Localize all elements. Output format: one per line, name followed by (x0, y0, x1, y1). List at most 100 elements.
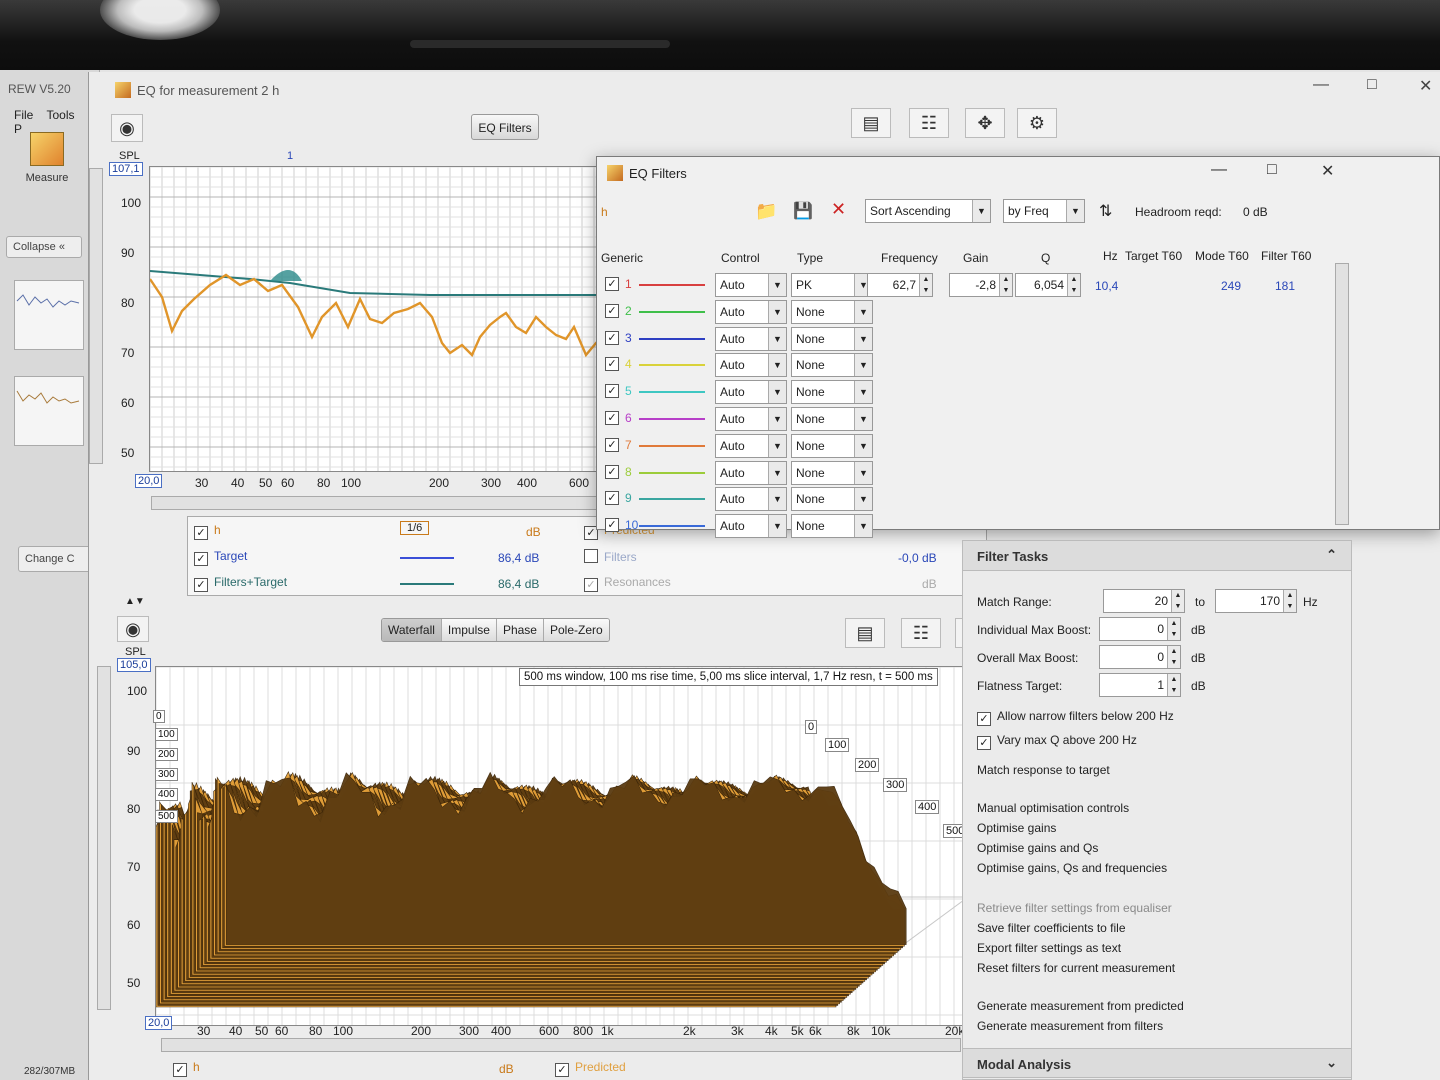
x-min-field[interactable]: 20,0 (145, 1016, 173, 1030)
legend-row-resonances[interactable]: Resonances (584, 575, 671, 592)
filter-enable-checkbox[interactable] (605, 491, 619, 506)
filter-enable-checkbox[interactable] (605, 384, 619, 399)
measure-button[interactable]: Measure (12, 132, 82, 192)
checkbox[interactable] (194, 526, 208, 540)
filter-control-select[interactable]: Auto ▼ (715, 326, 787, 351)
filter-frequency-input[interactable]: 62,7 ▲ ▼ (867, 273, 933, 297)
filter-gain-input[interactable]: -2,8 ▲ ▼ (949, 273, 1013, 297)
close-icon[interactable]: ✕ (1419, 76, 1432, 96)
eq-filters-button[interactable]: EQ Filters (471, 114, 539, 140)
legend-row-h[interactable]: h (194, 523, 221, 540)
vertical-scrollbar[interactable] (89, 168, 103, 464)
generate-predicted-link[interactable]: Generate measurement from predicted (977, 999, 1184, 1013)
folder-icon[interactable]: 📁 (755, 201, 777, 222)
reset-filters-link[interactable]: Reset filters for current measurement (977, 961, 1175, 975)
filter-type-select[interactable]: None ▼ (791, 460, 873, 485)
flatness-target-input[interactable]: 1 ▲ ▼ (1099, 673, 1181, 697)
camera-icon[interactable]: ◉ (111, 114, 143, 142)
legend-row-filters[interactable]: Filters (584, 549, 637, 564)
filter-q-input[interactable]: 6,054 ▲ ▼ (1015, 273, 1081, 297)
y-max-field[interactable]: 105,0 (117, 658, 151, 672)
export-settings-link[interactable]: Export filter settings as text (977, 941, 1121, 955)
filter-enable-checkbox[interactable] (605, 303, 619, 318)
filter-control-select[interactable]: Auto ▼ (715, 433, 787, 458)
smoothing-selector[interactable]: 1/6 (400, 521, 430, 535)
sort-order-select[interactable]: Sort Ascending ▼ (865, 199, 991, 223)
filter-type-select[interactable]: None ▼ (791, 299, 873, 324)
filter-control-select[interactable]: Auto ▼ (715, 273, 787, 297)
filter-control-select[interactable]: Auto ▼ (715, 487, 787, 512)
save-icon[interactable]: 💾 (793, 201, 813, 221)
filter-control-select[interactable]: Auto ▼ (715, 353, 787, 378)
filter-type-select[interactable]: None ▼ (791, 514, 873, 539)
legend-row-target[interactable]: Target (194, 549, 247, 566)
legend-row-h[interactable]: h (173, 1060, 200, 1077)
grid-icon[interactable]: ☷ (901, 618, 941, 648)
y-max-field[interactable]: 107,1 (109, 162, 143, 176)
menu-tools[interactable]: Tools (46, 108, 74, 122)
collapse-up-icon[interactable]: ⌃ (1326, 547, 1337, 563)
checkbox[interactable] (977, 712, 991, 726)
close-icon[interactable]: ✕ (1321, 161, 1334, 181)
overall-max-boost-input[interactable]: 0 ▲ ▼ (1099, 645, 1181, 669)
x-min-field[interactable]: 20,0 (135, 474, 163, 488)
checkbox[interactable] (584, 578, 598, 592)
optimise-all-link[interactable]: Optimise gains, Qs and frequencies (977, 861, 1167, 875)
measurement-thumbnail[interactable] (14, 376, 84, 446)
move-arrows-icon[interactable]: ✥ (965, 108, 1005, 138)
minimize-icon[interactable]: — (1313, 76, 1329, 94)
checkbox[interactable] (977, 736, 991, 750)
filter-control-select[interactable]: Auto ▼ (715, 299, 787, 324)
filter-enable-checkbox[interactable] (605, 437, 619, 452)
save-coefficients-link[interactable]: Save filter coefficients to file (977, 921, 1126, 935)
filter-enable-checkbox[interactable] (605, 357, 619, 372)
filter-type-select[interactable]: None ▼ (791, 380, 873, 405)
graph-limits-icon[interactable]: ▤ (845, 618, 885, 648)
minimize-icon[interactable]: — (1211, 161, 1227, 179)
tab-phase[interactable]: Phase (496, 619, 544, 641)
filter-type-select[interactable]: None ▼ (791, 433, 873, 458)
vertical-scrollbar[interactable] (97, 666, 111, 1010)
camera-icon[interactable]: ◉ (117, 616, 149, 642)
match-response-link[interactable]: Match response to target (977, 763, 1110, 777)
checkbox[interactable] (173, 1063, 187, 1077)
filter-type-select[interactable]: None ▼ (791, 487, 873, 512)
individual-max-boost-input[interactable]: 0 ▲ ▼ (1099, 617, 1181, 641)
spinner-icon[interactable]: ▲ ▼ (1171, 590, 1184, 612)
legend-row-predicted[interactable]: Predicted (555, 1060, 626, 1077)
graph-limits-icon[interactable]: ▤ (851, 108, 891, 138)
retrieve-settings-link[interactable]: Retrieve filter settings from equaliser (977, 901, 1172, 915)
legend-row-filters-target[interactable]: Filters+Target (194, 575, 287, 592)
spinner-icon[interactable]: ▲ ▼ (919, 274, 932, 296)
vertical-scrollbar[interactable] (1335, 263, 1349, 525)
optimise-gains-qs-link[interactable]: Optimise gains and Qs (977, 841, 1098, 855)
match-range-from[interactable]: 20 ▲ ▼ (1103, 589, 1185, 613)
maximize-icon[interactable]: □ (1367, 76, 1377, 94)
checkbox[interactable] (194, 552, 208, 566)
delete-icon[interactable]: ✕ (831, 199, 846, 220)
measurement-thumbnail[interactable] (14, 280, 84, 350)
filter-enable-checkbox[interactable] (605, 518, 619, 533)
filter-control-select[interactable]: Auto ▼ (715, 380, 787, 405)
collapse-button[interactable]: Collapse « (6, 236, 82, 258)
waterfall-graph[interactable] (155, 666, 967, 1026)
tab-impulse[interactable]: Impulse (441, 619, 497, 641)
spinner-icon[interactable]: ▲ ▼ (1283, 590, 1296, 612)
filter-enable-checkbox[interactable] (605, 330, 619, 345)
spinner-icon[interactable]: ▲ ▼ (1167, 674, 1180, 696)
tab-pole-zero[interactable]: Pole-Zero (543, 619, 609, 641)
filter-enable-checkbox[interactable] (605, 277, 619, 291)
checkbox[interactable] (584, 549, 598, 563)
menu-file[interactable]: File (14, 108, 33, 122)
generate-filters-link[interactable]: Generate measurement from filters (977, 1019, 1163, 1033)
sort-by-select[interactable]: by Freq ▼ (1003, 199, 1085, 223)
filter-control-select[interactable]: Auto ▼ (715, 460, 787, 485)
spinner-icon[interactable]: ▲ ▼ (1067, 274, 1080, 296)
filter-type-select[interactable]: None ▼ (791, 326, 873, 351)
checkbox[interactable] (194, 578, 208, 592)
filter-control-select[interactable]: Auto ▼ (715, 514, 787, 539)
gear-icon[interactable]: ⚙ (1017, 108, 1057, 138)
optimise-gains-link[interactable]: Optimise gains (977, 821, 1056, 835)
spinner-icon[interactable]: ▲ ▼ (1167, 618, 1180, 640)
allow-narrow-filters-checkbox[interactable]: Allow narrow filters below 200 Hz (977, 709, 1174, 726)
